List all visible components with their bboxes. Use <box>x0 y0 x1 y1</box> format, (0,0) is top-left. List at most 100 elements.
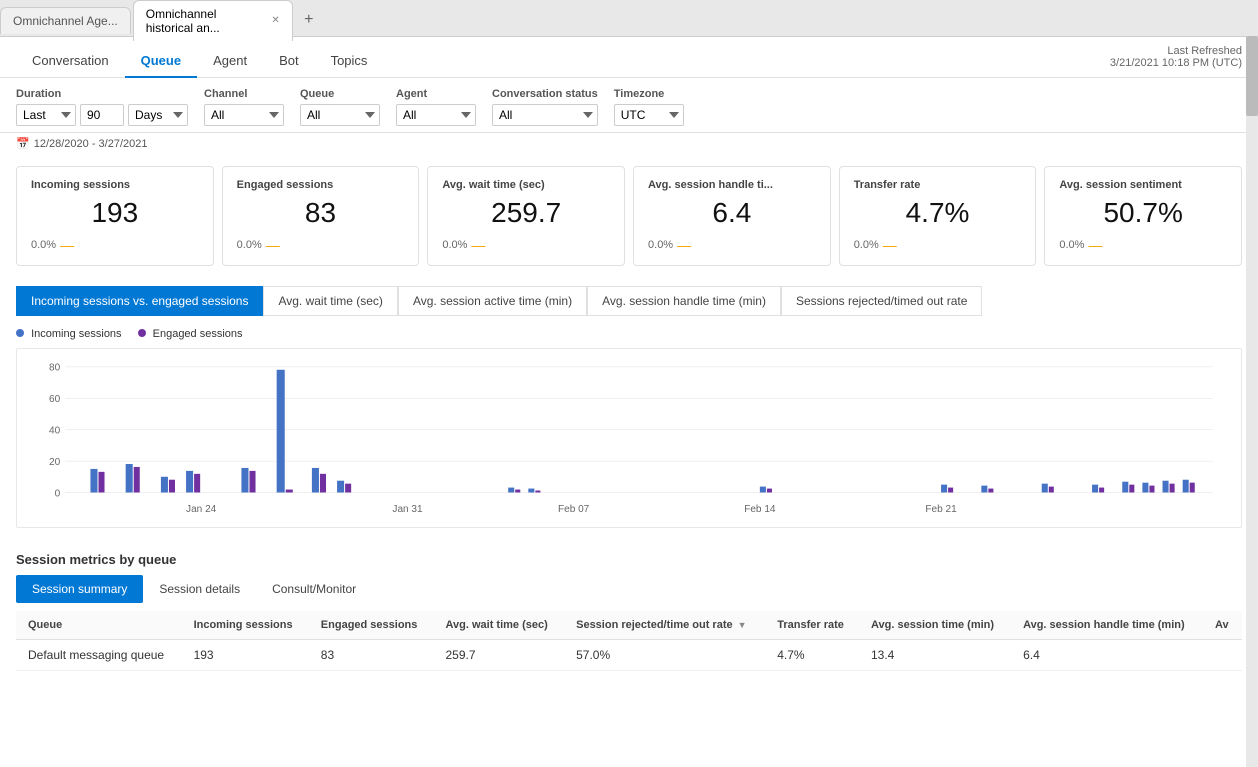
date-range-value: 12/28/2020 - 3/27/2021 <box>34 138 148 150</box>
filter-agent: Agent All <box>396 88 476 126</box>
kpi-sentiment-value: 50.7% <box>1059 197 1227 229</box>
cell-avg_session: 13.4 <box>859 640 1011 671</box>
conv-status-select[interactable]: All <box>492 104 598 126</box>
chart-tab-avg-wait[interactable]: Avg. wait time (sec) <box>263 286 397 316</box>
cell-avg_wait: 259.7 <box>434 640 565 671</box>
filter-conversation-status: Conversation status All <box>492 88 598 126</box>
calendar-icon: 📅 <box>16 137 30 150</box>
sort-icon-rejected[interactable]: ▼ <box>738 620 747 630</box>
tab-session-summary[interactable]: Session summary <box>16 575 143 603</box>
col-queue: Queue <box>16 611 182 640</box>
kpi-handle-value: 6.4 <box>648 197 816 229</box>
kpi-card-handle: Avg. session handle ti... 6.4 0.0% — <box>633 166 831 266</box>
duration-num-input[interactable] <box>80 104 124 126</box>
kpi-sentiment-title: Avg. session sentiment <box>1059 179 1227 191</box>
browser-tab-1-label: Omnichannel Age... <box>13 14 118 28</box>
kpi-handle-footer: 0.0% — <box>648 237 816 253</box>
chart-svg: 80 60 40 20 0 <box>25 357 1233 519</box>
kpi-sentiment-footer: 0.0% — <box>1059 237 1227 253</box>
chart-tabs: Incoming sessions vs. engaged sessions A… <box>0 278 1258 316</box>
kpi-engaged-footer: 0.0% — <box>237 237 405 253</box>
chart-container: 80 60 40 20 0 <box>16 348 1242 528</box>
cell-av <box>1203 640 1242 671</box>
svg-text:Jan 24: Jan 24 <box>186 504 217 515</box>
table-row: Default messaging queue19383259.757.0%4.… <box>16 640 1242 671</box>
agent-select[interactable]: All <box>396 104 476 126</box>
tab-consult-monitor[interactable]: Consult/Monitor <box>256 575 372 603</box>
tab-queue[interactable]: Queue <box>125 45 197 78</box>
date-range: 📅 12/28/2020 - 3/27/2021 <box>0 133 1258 154</box>
session-summary-table: Queue Incoming sessions Engaged sessions… <box>16 611 1242 671</box>
kpi-handle-title: Avg. session handle ti... <box>648 179 816 191</box>
kpi-transfer-title: Transfer rate <box>854 179 1022 191</box>
kpi-row: Incoming sessions 193 0.0% — Engaged ses… <box>0 154 1258 278</box>
svg-text:0: 0 <box>55 489 61 500</box>
table-wrapper: Queue Incoming sessions Engaged sessions… <box>0 611 1258 687</box>
col-avg-handle: Avg. session handle time (min) <box>1011 611 1203 640</box>
legend-engaged: Engaged sessions <box>138 328 243 340</box>
queue-select[interactable]: All <box>300 104 380 126</box>
browser-tabs-bar: Omnichannel Age... Omnichannel historica… <box>0 0 1258 36</box>
timezone-select[interactable]: UTC <box>614 104 684 126</box>
kpi-incoming-value: 193 <box>31 197 199 229</box>
filter-timezone: Timezone UTC <box>614 88 684 126</box>
cell-transfer: 4.7% <box>765 640 859 671</box>
svg-text:20: 20 <box>49 457 61 468</box>
cell-rejected: 57.0% <box>564 640 765 671</box>
cell-queue: Default messaging queue <box>16 640 182 671</box>
kpi-transfer-value: 4.7% <box>854 197 1022 229</box>
tab-topics[interactable]: Topics <box>315 45 384 78</box>
tab-session-details[interactable]: Session details <box>143 575 256 603</box>
channel-label: Channel <box>204 88 284 100</box>
cell-incoming: 193 <box>182 640 309 671</box>
cell-avg_handle: 6.4 <box>1011 640 1203 671</box>
col-transfer: Transfer rate <box>765 611 859 640</box>
kpi-transfer-dash: — <box>883 237 897 253</box>
timezone-label: Timezone <box>614 88 684 100</box>
col-av: Av <box>1203 611 1242 640</box>
chart-tab-rejected[interactable]: Sessions rejected/timed out rate <box>781 286 982 316</box>
kpi-engaged-change: 0.0% <box>237 239 262 251</box>
tab-agent[interactable]: Agent <box>197 45 263 78</box>
scrollbar-track[interactable] <box>1246 36 1258 767</box>
kpi-incoming-title: Incoming sessions <box>31 179 199 191</box>
svg-text:Feb 14: Feb 14 <box>744 504 776 515</box>
col-incoming: Incoming sessions <box>182 611 309 640</box>
browser-tab-1[interactable]: Omnichannel Age... <box>0 7 131 34</box>
kpi-card-transfer: Transfer rate 4.7% 0.0% — <box>839 166 1037 266</box>
kpi-handle-dash: — <box>677 237 691 253</box>
kpi-incoming-footer: 0.0% — <box>31 237 199 253</box>
last-refreshed: Last Refreshed 3/21/2021 10:18 PM (UTC) <box>1110 45 1242 69</box>
chart-tab-avg-active[interactable]: Avg. session active time (min) <box>398 286 587 316</box>
browser-tab-2[interactable]: Omnichannel historical an... ✕ <box>133 0 293 41</box>
filter-duration: Duration Last Days <box>16 88 188 126</box>
new-tab-button[interactable]: + <box>295 6 323 34</box>
kpi-incoming-dash: — <box>60 237 74 253</box>
channel-select[interactable]: All <box>204 104 284 126</box>
session-metrics-section: Session metrics by queue Session summary… <box>0 540 1258 611</box>
duration-type-select[interactable]: Last <box>16 104 76 126</box>
chart-area: Incoming sessions Engaged sessions 80 <box>0 320 1258 540</box>
queue-label: Queue <box>300 88 380 100</box>
browser-chrome: Omnichannel Age... Omnichannel historica… <box>0 0 1258 37</box>
duration-unit-select[interactable]: Days <box>128 104 188 126</box>
filter-queue: Queue All <box>300 88 380 126</box>
svg-text:Feb 07: Feb 07 <box>558 504 590 515</box>
svg-text:Jan 31: Jan 31 <box>392 504 423 515</box>
kpi-wait-change: 0.0% <box>442 239 467 251</box>
scrollbar-thumb[interactable] <box>1246 36 1258 116</box>
last-refreshed-label: Last Refreshed <box>1110 45 1242 57</box>
browser-tab-2-close[interactable]: ✕ <box>271 15 279 26</box>
kpi-transfer-footer: 0.0% — <box>854 237 1022 253</box>
kpi-card-sentiment: Avg. session sentiment 50.7% 0.0% — <box>1044 166 1242 266</box>
kpi-wait-dash: — <box>471 237 485 253</box>
chart-tab-avg-handle[interactable]: Avg. session handle time (min) <box>587 286 781 316</box>
chart-tab-incoming-vs-engaged[interactable]: Incoming sessions vs. engaged sessions <box>16 286 263 316</box>
table-body: Default messaging queue19383259.757.0%4.… <box>16 640 1242 671</box>
col-rejected: Session rejected/time out rate ▼ <box>564 611 765 640</box>
svg-text:40: 40 <box>49 426 61 437</box>
tab-conversation[interactable]: Conversation <box>16 45 125 78</box>
duration-inputs: Last Days <box>16 104 188 126</box>
last-refreshed-value: 3/21/2021 10:18 PM (UTC) <box>1110 57 1242 69</box>
tab-bot[interactable]: Bot <box>263 45 315 78</box>
